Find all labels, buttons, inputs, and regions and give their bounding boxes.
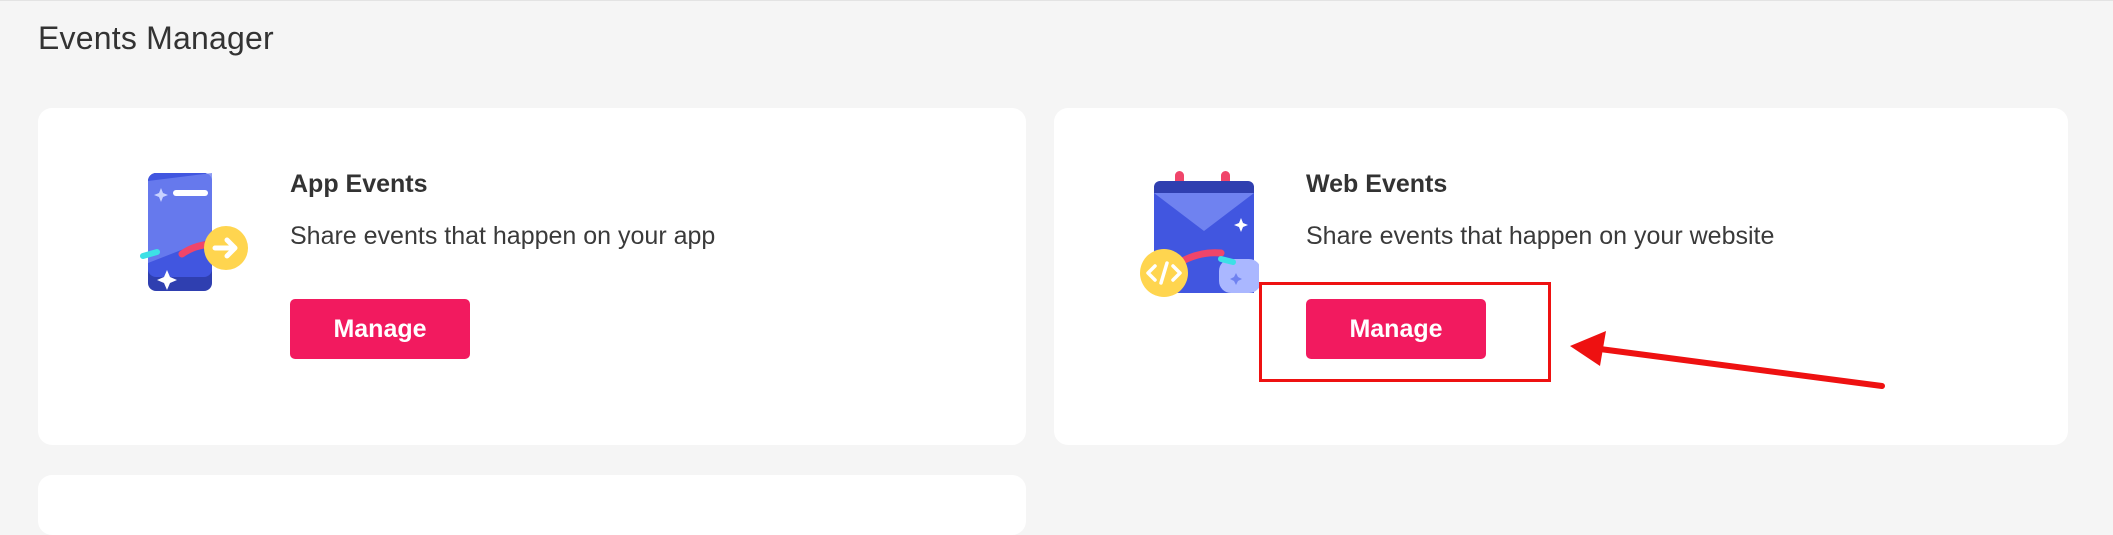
page-title: Events Manager: [38, 20, 274, 56]
card-description: Share events that happen on your website: [1306, 222, 1775, 250]
red-arrow-icon: [1570, 331, 1885, 389]
card-title: App Events: [290, 170, 428, 198]
app-events-icon: [140, 173, 248, 291]
app-events-card: App Events Share events that happen on y…: [38, 108, 1026, 445]
top-divider: [0, 0, 2113, 1]
app-events-manage-button[interactable]: Manage: [290, 299, 470, 359]
card-title: Web Events: [1306, 170, 1448, 198]
web-events-icon: [1140, 171, 1259, 297]
next-card: [38, 475, 1026, 535]
card-description: Share events that happen on your app: [290, 222, 716, 250]
highlight-box: [1259, 282, 1551, 382]
